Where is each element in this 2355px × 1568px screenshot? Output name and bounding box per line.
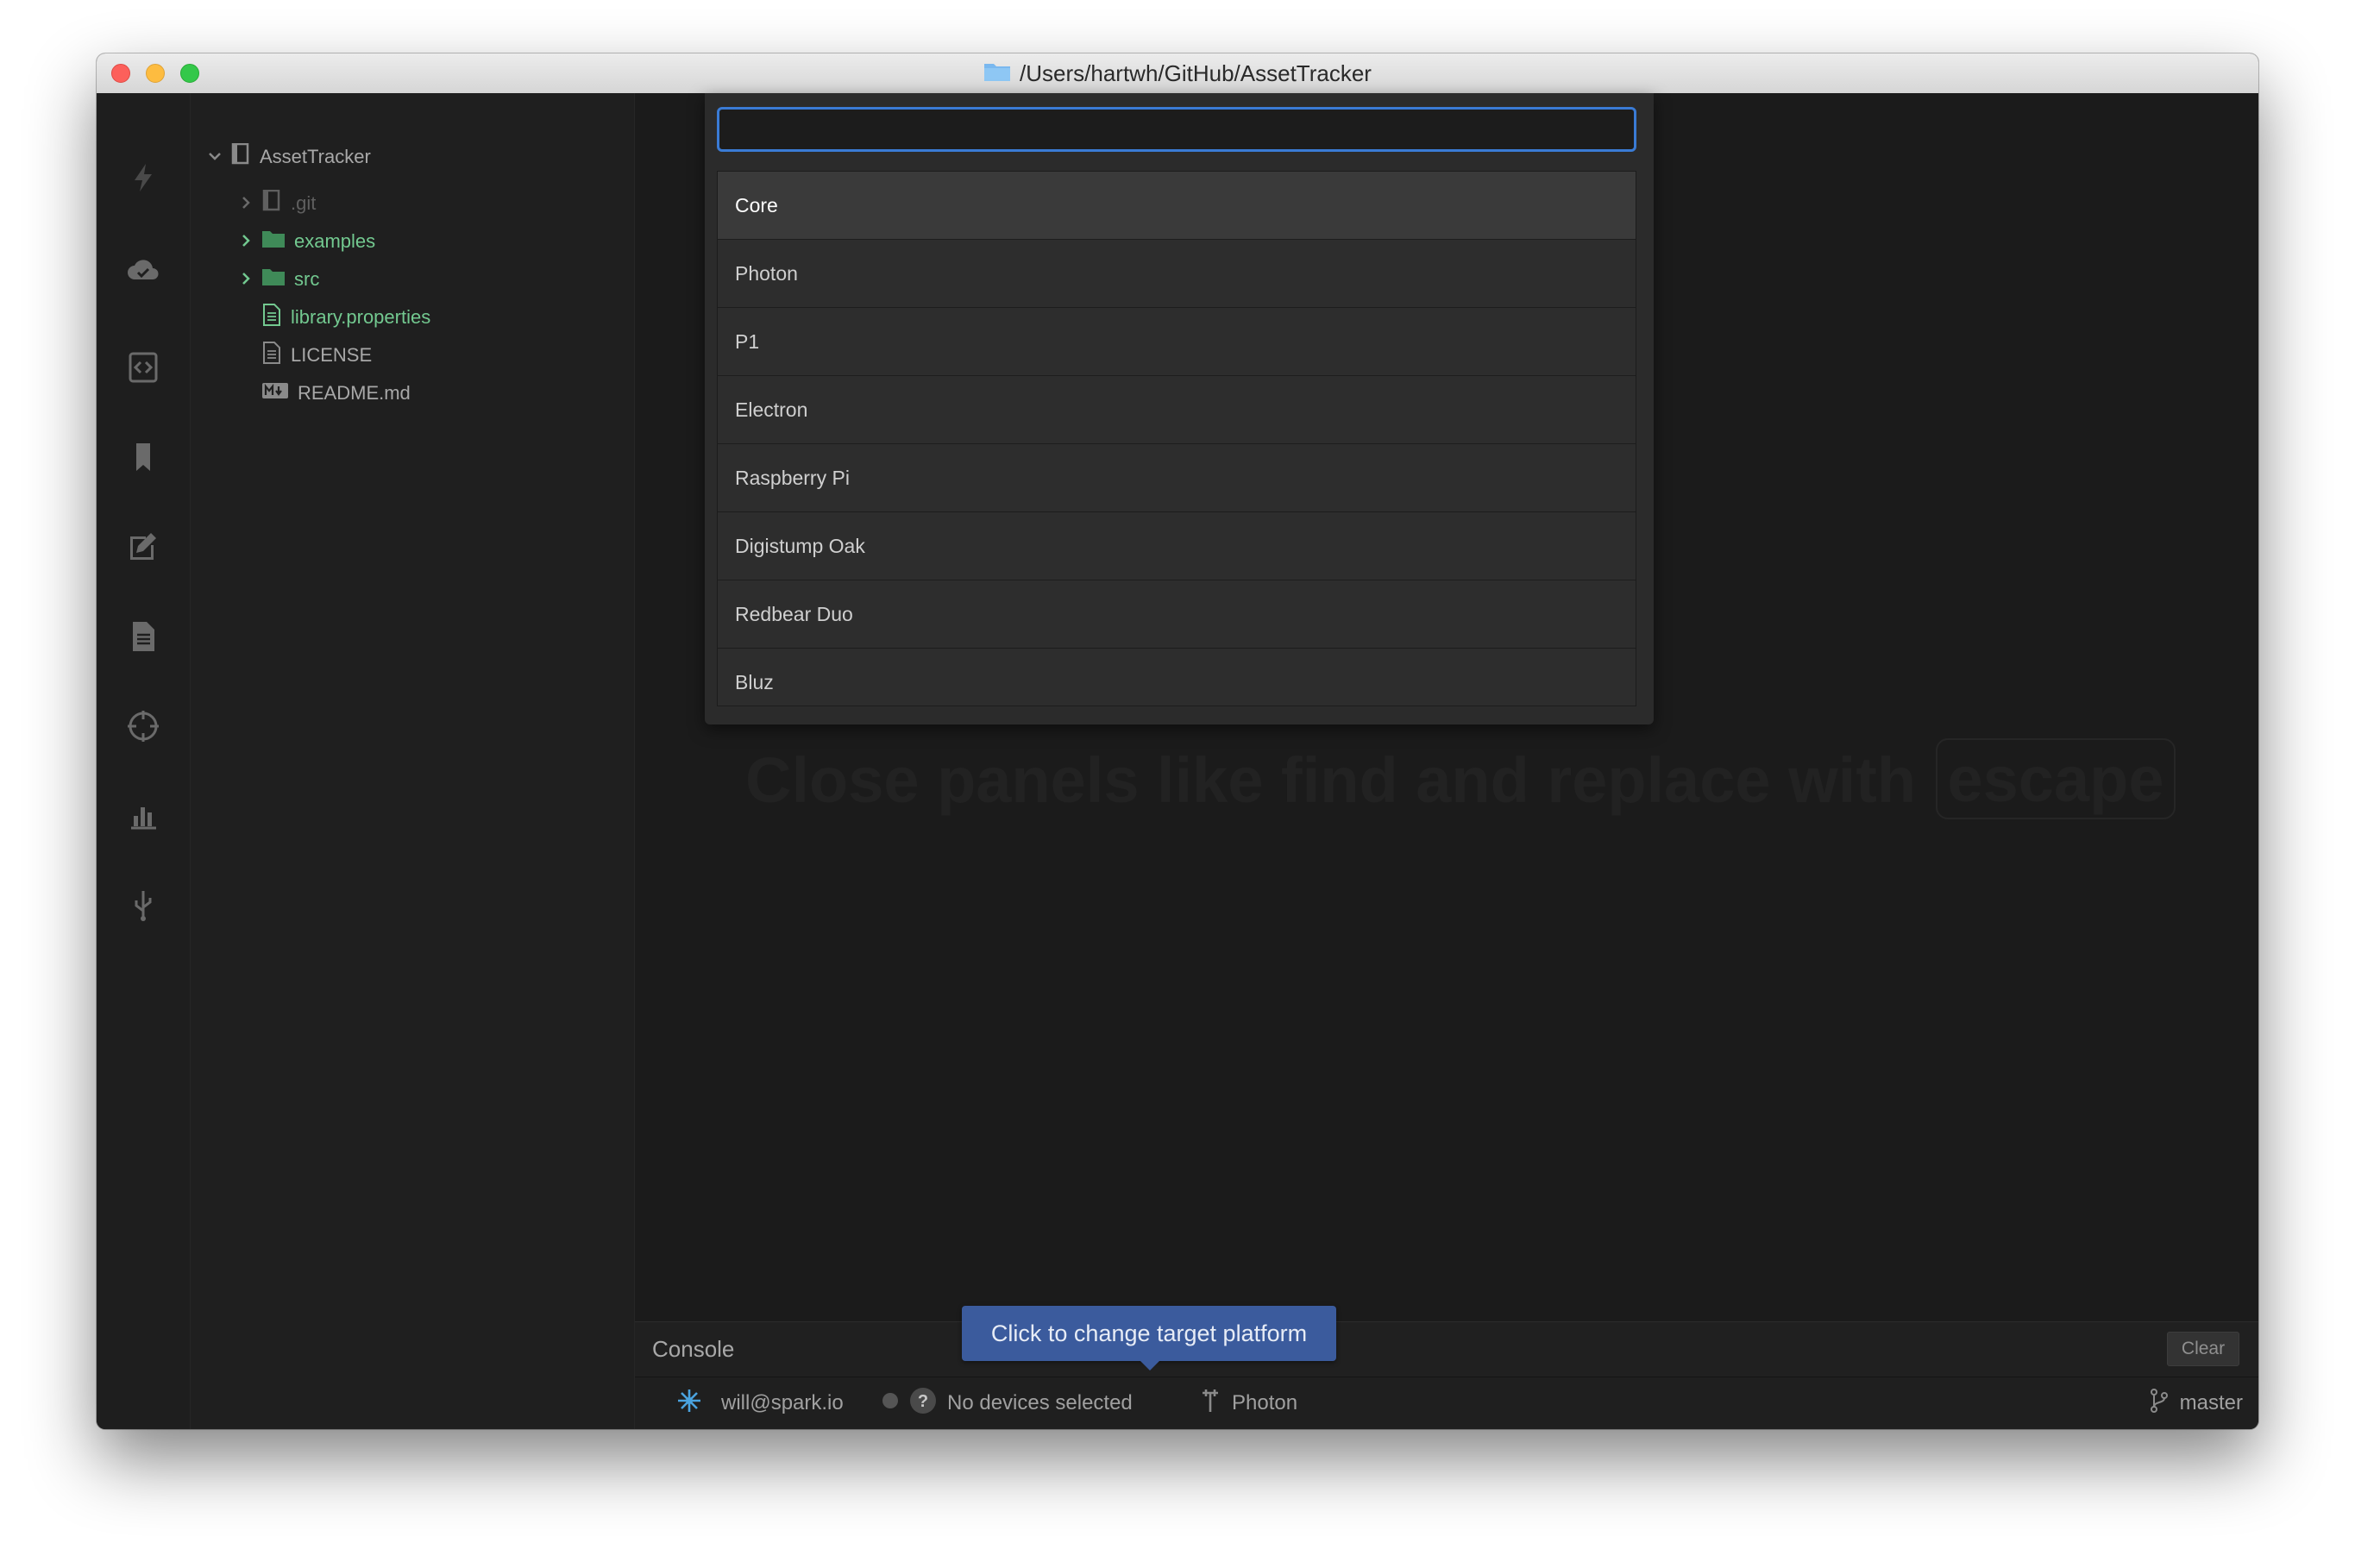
tree-item-license[interactable]: LICENSE [261, 338, 372, 373]
repo-icon [230, 142, 251, 171]
platform-select-list: Core Photon P1 Electron Raspberry Pi Dig… [705, 93, 1654, 724]
platform-option-electron[interactable]: Electron [718, 376, 1636, 444]
target-icon[interactable] [126, 709, 160, 743]
platform-search-input[interactable] [717, 107, 1636, 152]
platform-option-digistump-oak[interactable]: Digistump Oak [718, 512, 1636, 580]
chevron-right-icon [239, 192, 253, 215]
spark-icon [676, 1388, 702, 1420]
repo-icon [261, 189, 282, 217]
tooltip-arrow [1140, 1361, 1159, 1370]
background-hint: Close panels like find and replace with [745, 744, 1917, 816]
status-platform[interactable]: Photon [1199, 1377, 1297, 1429]
tree-item-src[interactable]: src [239, 262, 319, 297]
tree-item-git[interactable]: .git [239, 186, 316, 221]
svg-text:?: ? [918, 1392, 928, 1411]
folder-icon [261, 229, 286, 254]
edit-icon[interactable] [126, 530, 160, 564]
status-user[interactable]: will@spark.io [676, 1377, 844, 1429]
git-branch-icon [2149, 1388, 2170, 1420]
title-bar: /Users/hartwh/GitHub/AssetTracker [97, 53, 2258, 94]
project-name: AssetTracker [260, 146, 371, 167]
folder-icon [261, 267, 286, 292]
console-panel-header: Console Clear [635, 1321, 2258, 1377]
status-bar: will@spark.io ? No devices selected Phot… [635, 1377, 2258, 1429]
activity-bar [97, 93, 191, 1429]
platform-option-p1[interactable]: P1 [718, 308, 1636, 376]
file-icon [261, 304, 282, 331]
status-user-email: will@spark.io [721, 1391, 844, 1414]
folder-icon [983, 61, 1011, 86]
chevron-right-icon [239, 230, 253, 253]
status-device[interactable]: ? No devices selected [882, 1377, 1133, 1429]
status-branch[interactable]: master [2149, 1377, 2243, 1429]
tree-item-library-properties[interactable]: library.properties [261, 300, 430, 335]
tree-item-label: examples [294, 230, 376, 252]
platform-option-bluz[interactable]: Bluz [718, 649, 1636, 706]
cloud-icon[interactable] [126, 254, 160, 288]
tree-item-examples[interactable]: examples [239, 224, 375, 259]
bookmark-icon[interactable] [126, 440, 160, 474]
platform-tooltip: Click to change target platform [962, 1306, 1336, 1361]
file-tree: AssetTracker .git examples src library.p… [191, 93, 635, 1429]
markdown-icon [261, 381, 289, 405]
platform-options: Core Photon P1 Electron Raspberry Pi Dig… [717, 171, 1636, 706]
tree-item-label: .git [291, 192, 317, 214]
file-icon [261, 342, 282, 369]
platform-option-core[interactable]: Core [718, 172, 1636, 240]
code-file-icon[interactable] [126, 350, 160, 385]
platform-option-redbear-duo[interactable]: Redbear Duo [718, 580, 1636, 649]
platform-icon [1199, 1388, 1221, 1420]
document-icon[interactable] [126, 619, 160, 654]
background-hint-key: escape [1936, 738, 2176, 819]
help-icon: ? [909, 1387, 937, 1421]
bolt-icon[interactable] [126, 160, 160, 195]
tree-root[interactable]: AssetTracker [208, 140, 371, 174]
status-branch-label: master [2179, 1391, 2243, 1414]
chevron-down-icon [208, 146, 222, 168]
usb-icon[interactable] [126, 888, 160, 923]
app-window: /Users/hartwh/GitHub/AssetTracker AssetT… [97, 53, 2258, 1429]
status-device-text: No devices selected [947, 1391, 1133, 1414]
chevron-right-icon [239, 268, 253, 291]
platform-option-photon[interactable]: Photon [718, 240, 1636, 308]
platform-option-raspberry-pi[interactable]: Raspberry Pi [718, 444, 1636, 512]
tree-item-label: LICENSE [291, 344, 373, 366]
tree-item-label: src [294, 268, 320, 290]
window-title: /Users/hartwh/GitHub/AssetTracker [1020, 60, 1372, 86]
tree-item-label: library.properties [291, 306, 431, 328]
status-platform-label: Photon [1232, 1391, 1298, 1414]
device-status-dot-icon [882, 1391, 899, 1415]
tree-item-readme[interactable]: README.md [261, 376, 411, 411]
chart-icon[interactable] [126, 799, 160, 833]
console-clear-button[interactable]: Clear [2167, 1332, 2239, 1366]
tree-item-label: README.md [298, 382, 411, 404]
console-label[interactable]: Console [652, 1322, 734, 1377]
